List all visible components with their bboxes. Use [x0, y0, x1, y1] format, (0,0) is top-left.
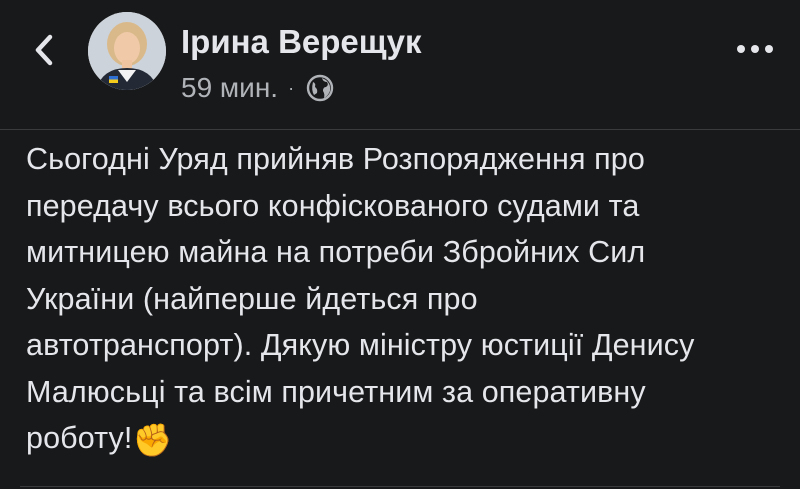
post-time[interactable]: 59 мин.: [181, 72, 278, 104]
chevron-left-icon: [35, 34, 53, 66]
post-meta: 59 мин. ·: [181, 68, 334, 108]
back-button[interactable]: [24, 28, 64, 72]
more-options-button[interactable]: [734, 34, 776, 64]
meta-separator: ·: [288, 77, 295, 98]
post-header: Ірина Верещук 59 мин. ·: [0, 0, 800, 128]
header-divider: [0, 129, 800, 130]
avatar[interactable]: [88, 12, 166, 90]
raised-fist-icon: ✊: [132, 422, 173, 458]
bottom-divider: [20, 486, 780, 487]
avatar-image: [88, 12, 166, 90]
more-horizontal-icon: [737, 45, 773, 53]
post-text: Сьогодні Уряд прийняв Розпорядження про …: [26, 142, 695, 455]
post-body: Сьогодні Уряд прийняв Розпорядження про …: [26, 136, 786, 462]
author-name[interactable]: Ірина Верещук: [181, 20, 421, 64]
globe-icon[interactable]: [306, 74, 334, 102]
